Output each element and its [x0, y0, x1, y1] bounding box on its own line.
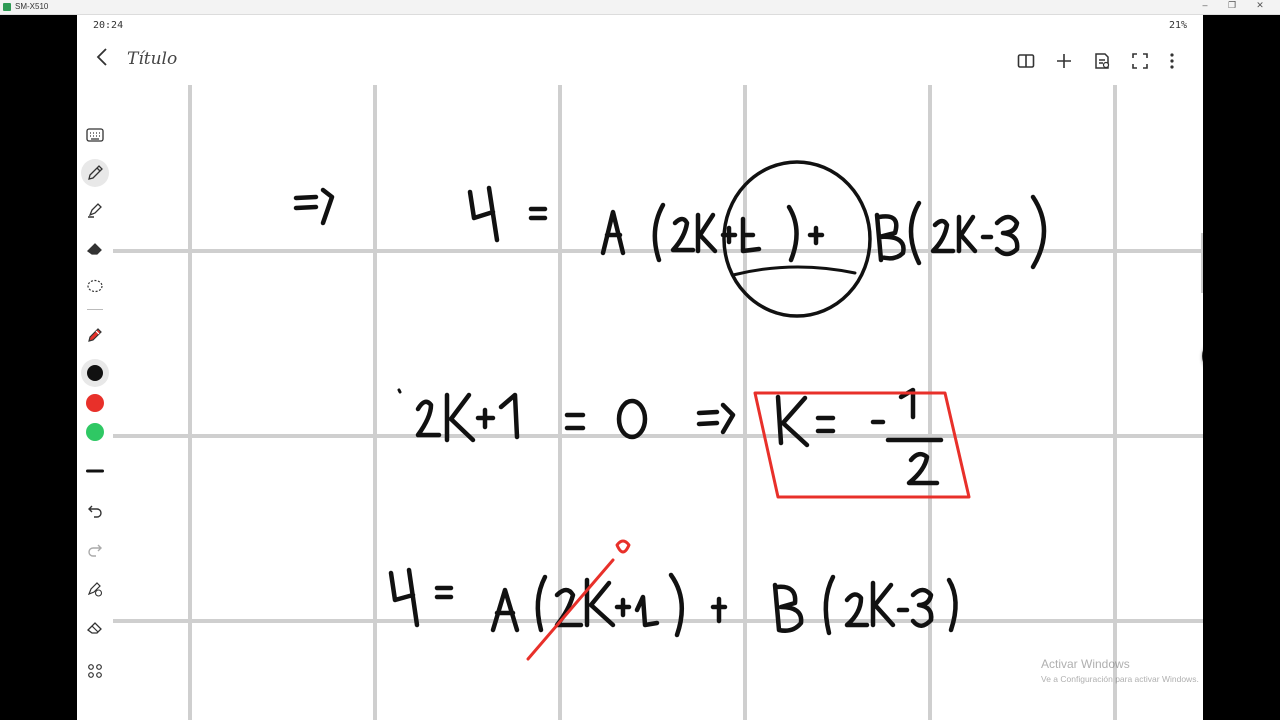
add-page-button[interactable] [1051, 48, 1077, 74]
eraser-tool[interactable] [81, 234, 109, 262]
erase-tool-button[interactable] [81, 613, 109, 641]
battery-level: 21% [1168, 20, 1187, 31]
stroke-width-icon [86, 469, 104, 473]
eraser-cursor-mark [615, 539, 631, 554]
edit-doc-button[interactable] [1089, 48, 1115, 74]
canvas-scrollbar[interactable] [1201, 233, 1203, 293]
add-icon [1057, 54, 1071, 68]
keyboard-icon [86, 128, 104, 142]
edit-doc-icon [1095, 53, 1110, 69]
grid-menu-button[interactable] [81, 657, 109, 685]
note-canvas[interactable] [113, 85, 1203, 720]
handwriting-line-3 [388, 567, 958, 638]
activation-title: Activar Windows [1041, 657, 1130, 671]
marker-tool[interactable] [81, 321, 109, 349]
more-options-icon [1170, 53, 1174, 69]
redo-icon [88, 544, 102, 557]
grid-menu-icon [88, 664, 102, 678]
window-titlebar: SM-X510 – ❐ ✕ [0, 0, 1280, 15]
highlighter-tool[interactable] [81, 196, 109, 224]
color-swatch-black [87, 365, 103, 381]
fullscreen-icon [1132, 53, 1148, 69]
fullscreen-button[interactable] [1127, 48, 1153, 74]
keyboard-tool[interactable] [81, 121, 109, 149]
undo-button[interactable] [81, 497, 109, 525]
pen-icon [88, 165, 103, 180]
touch-pen-icon [87, 582, 103, 597]
note-header: Título [77, 37, 1203, 85]
more-options-button[interactable] [1159, 48, 1185, 74]
window-title: SM-X510 [15, 2, 49, 11]
strike-through-line [526, 558, 615, 661]
color-swatch-red[interactable] [86, 394, 104, 412]
eraser-icon [87, 243, 102, 255]
close-button[interactable]: ✕ [1253, 0, 1267, 11]
highlighter-icon [88, 203, 102, 218]
color-black-selected[interactable] [81, 359, 109, 387]
stroke-width-tool[interactable] [81, 457, 109, 485]
lasso-tool[interactable] [81, 272, 109, 300]
restore-button[interactable]: ❐ [1225, 0, 1239, 11]
windows-activation-watermark: Activar Windows Ve a Configuración para … [1041, 657, 1199, 684]
eraser-tool-icon [87, 622, 102, 634]
app-icon [3, 3, 11, 11]
touch-pen-button[interactable] [81, 575, 109, 603]
red-marker-icon [88, 328, 102, 342]
minimize-button[interactable]: – [1198, 0, 1212, 10]
redo-button[interactable] [81, 536, 109, 564]
book-view-icon [1017, 54, 1035, 68]
note-title[interactable]: Título [127, 49, 177, 69]
book-view-button[interactable] [1013, 48, 1039, 74]
status-bar: 20:24 21% [77, 15, 1203, 37]
status-time: 20:24 [93, 20, 124, 31]
drawing-toolbar [77, 85, 113, 720]
toolbar-divider [87, 309, 103, 310]
tablet-screen: 20:24 21% Título [77, 15, 1203, 720]
color-swatch-green[interactable] [86, 423, 104, 441]
pen-tool[interactable] [81, 159, 109, 187]
undo-icon [88, 505, 102, 518]
handwriting-layer [113, 85, 1203, 720]
chevron-left-icon [96, 48, 107, 66]
activation-subtitle: Ve a Configuración para activar Windows. [1041, 674, 1199, 684]
back-button[interactable] [95, 47, 117, 73]
lasso-icon [87, 279, 103, 293]
